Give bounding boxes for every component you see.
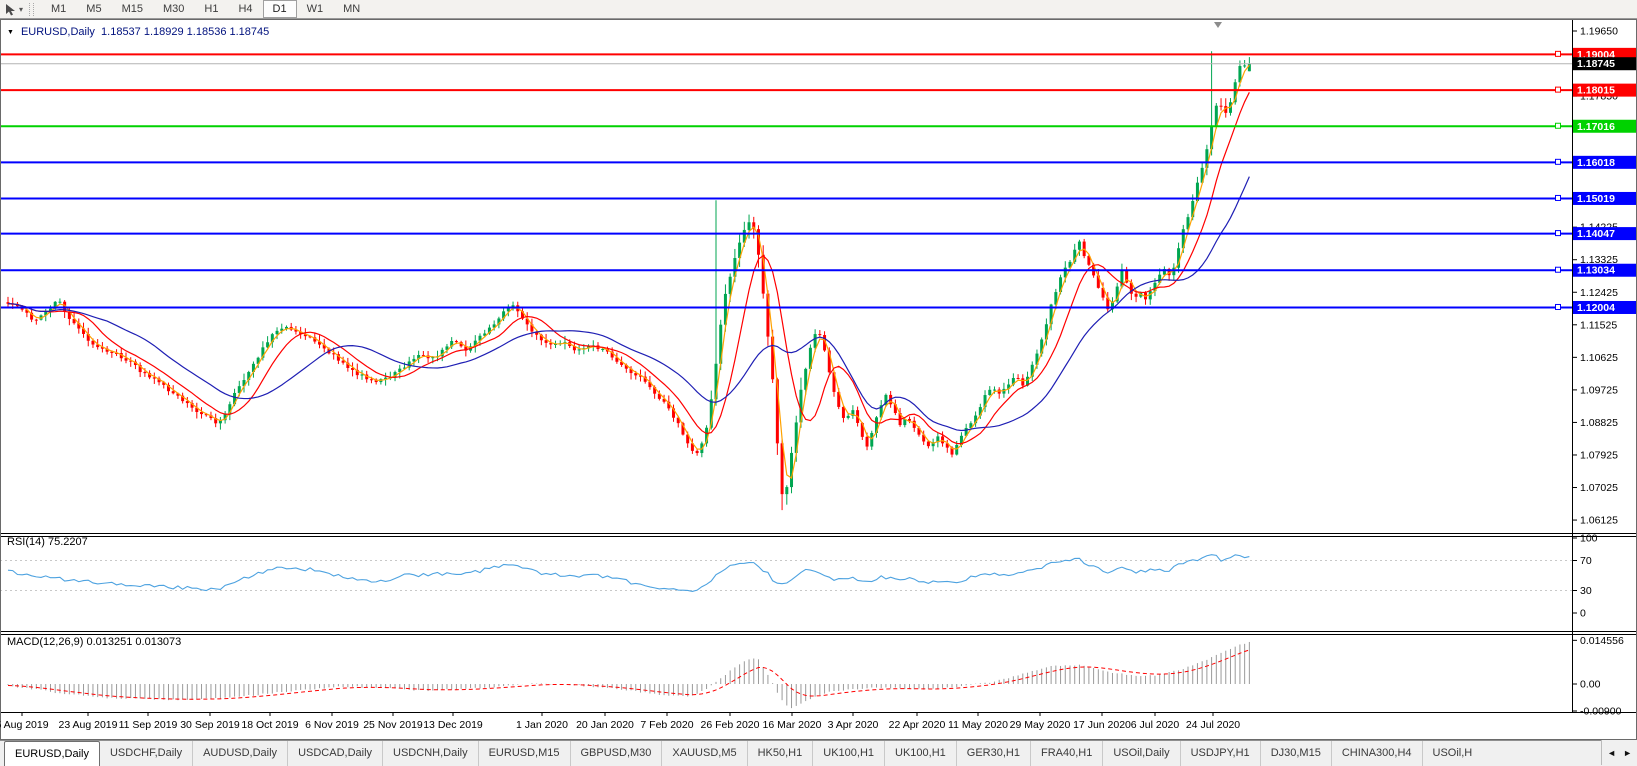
tab-usdchf-daily[interactable]: USDCHF,Daily — [100, 741, 192, 766]
date-tick-label: 3 Apr 2020 — [828, 719, 879, 731]
tab-eurusd-m15[interactable]: EURUSD,M15 — [478, 741, 570, 766]
date-tick-label: 6 Jul 2020 — [1131, 719, 1180, 731]
chart-symbol-period: EURUSD,Daily — [21, 26, 95, 38]
hline-drag-handle[interactable] — [1556, 304, 1561, 309]
price-tick-label: 1.07925 — [1580, 449, 1618, 461]
date-tick-label: 24 Jul 2020 — [1186, 719, 1240, 731]
tab-eurusd-daily[interactable]: EURUSD,Daily — [4, 741, 100, 766]
timeframe-w1[interactable]: W1 — [297, 0, 334, 18]
tab-usdcnh-daily[interactable]: USDCNH,Daily — [382, 741, 478, 766]
tab-dj30-m15[interactable]: DJ30,M15 — [1260, 741, 1331, 766]
hline-drag-handle[interactable] — [1556, 87, 1561, 92]
date-tick-label: 23 Aug 2019 — [59, 719, 118, 731]
svg-text:1.13034: 1.13034 — [1577, 265, 1615, 277]
timeframe-m30[interactable]: M30 — [153, 0, 194, 18]
price-tick-label: 1.19650 — [1580, 26, 1618, 38]
rsi-tick-label: 0 — [1580, 608, 1586, 620]
chart-title: ▼ EURUSD,Daily 1.18537 1.18929 1.18536 1.… — [7, 26, 269, 38]
tab-fra40-h1[interactable]: FRA40,H1 — [1030, 741, 1102, 766]
rsi-tick-label: 70 — [1580, 555, 1592, 567]
date-tick-label: 1 Jan 2020 — [516, 719, 568, 731]
tab-usoil-daily[interactable]: USOil,Daily — [1102, 741, 1179, 766]
date-tick-label: 26 Feb 2020 — [701, 719, 760, 731]
collapse-arrow-icon[interactable]: ▼ — [7, 29, 14, 36]
price-tick-label: 1.10625 — [1580, 352, 1618, 364]
date-tick-label: 30 Sep 2019 — [180, 719, 240, 731]
tab-usdjpy-h1[interactable]: USDJPY,H1 — [1180, 741, 1260, 766]
tab-scroll-controls: ◄ ► — [1601, 740, 1637, 765]
hline-drag-handle[interactable] — [1556, 51, 1561, 56]
macd-tick-label: -0.00900 — [1580, 706, 1622, 718]
price-tick-label: 1.08825 — [1580, 417, 1618, 429]
date-tick-label: 11 May 2020 — [948, 719, 1008, 731]
price-tick-label: 1.09725 — [1580, 384, 1618, 396]
timeframe-toolbar: ▾ M1M5M15M30H1H4D1W1MN — [0, 0, 1637, 19]
rsi-indicator-label: RSI(14) 75.2207 — [7, 536, 88, 548]
date-tick-label: 11 Sep 2019 — [119, 719, 178, 731]
tab-uk100-h1[interactable]: UK100,H1 — [884, 741, 956, 766]
tab-usdcad-daily[interactable]: USDCAD,Daily — [287, 741, 382, 766]
hline-drag-handle[interactable] — [1556, 231, 1561, 236]
chart-window[interactable]: 1.196501.178501.142251.133251.124251.115… — [0, 19, 1637, 740]
date-tick-label: 20 Jan 2020 — [576, 719, 634, 731]
svg-text:1.14047: 1.14047 — [1577, 228, 1615, 240]
svg-text:1.15019: 1.15019 — [1577, 193, 1615, 205]
tab-usoil-h[interactable]: USOil,H — [1422, 741, 1483, 766]
price-tick-label: 1.12425 — [1580, 287, 1618, 299]
macd-tick-label: 0.014556 — [1580, 635, 1624, 647]
tab-audusd-daily[interactable]: AUDUSD,Daily — [192, 741, 287, 766]
timeframe-mn[interactable]: MN — [333, 0, 370, 18]
cursor-icon-glyph — [4, 3, 17, 16]
chart-tab-bar: EURUSD,DailyUSDCHF,DailyAUDUSD,DailyUSDC… — [0, 740, 1637, 766]
hline-drag-handle[interactable] — [1556, 195, 1561, 200]
tab-ger30-h1[interactable]: GER30,H1 — [956, 741, 1030, 766]
price-tick-label: 1.11525 — [1580, 319, 1617, 331]
timeframe-m15[interactable]: M15 — [112, 0, 153, 18]
date-tick-label: 18 Oct 2019 — [241, 719, 298, 731]
cursor-icon[interactable] — [3, 2, 18, 17]
scroll-left-icon[interactable]: ◄ — [1607, 748, 1616, 758]
hline-drag-handle[interactable] — [1556, 159, 1561, 164]
timeframe-buttons: M1M5M15M30H1H4D1W1MN — [41, 0, 370, 18]
svg-text:1.16018: 1.16018 — [1577, 157, 1615, 169]
chart-ohlc-readout: 1.18537 1.18929 1.18536 1.18745 — [101, 26, 269, 38]
hline-drag-handle[interactable] — [1556, 267, 1561, 272]
scroll-right-icon[interactable]: ► — [1623, 748, 1632, 758]
date-tick-label: 25 Nov 2019 — [363, 719, 423, 731]
tab-china300-h4[interactable]: CHINA300,H4 — [1331, 741, 1422, 766]
price-tick-label: 1.07025 — [1580, 482, 1618, 494]
date-tick-label: 22 Apr 2020 — [889, 719, 946, 731]
date-tick-label: 5 Aug 2019 — [0, 719, 49, 731]
timeframe-m1[interactable]: M1 — [41, 0, 76, 18]
hline-drag-handle[interactable] — [1556, 123, 1561, 128]
chevron-down-icon[interactable]: ▾ — [19, 5, 23, 14]
date-tick-label: 17 Jun 2020 — [1073, 719, 1131, 731]
svg-text:1.18015: 1.18015 — [1577, 85, 1615, 97]
date-tick-label: 6 Nov 2019 — [305, 719, 359, 731]
date-tick-label: 16 Mar 2020 — [763, 719, 822, 731]
timeframe-h1[interactable]: H1 — [194, 0, 228, 18]
price-tick-label: 1.06125 — [1580, 515, 1618, 527]
svg-text:1.18745: 1.18745 — [1577, 58, 1615, 70]
svg-text:1.12004: 1.12004 — [1577, 302, 1615, 314]
rsi-tick-label: 100 — [1580, 533, 1598, 545]
date-tick-label: 29 May 2020 — [1010, 719, 1071, 731]
date-tick-label: 7 Feb 2020 — [640, 719, 693, 731]
timeframe-m5[interactable]: M5 — [76, 0, 111, 18]
mt4-terminal: ▾ M1M5M15M30H1H4D1W1MN 1.196501.178501.1… — [0, 0, 1637, 766]
tab-xauusd-m5[interactable]: XAUUSD,M5 — [661, 741, 746, 766]
tab-gbpusd-m30[interactable]: GBPUSD,M30 — [570, 741, 662, 766]
macd-tick-label: 0.00 — [1580, 679, 1601, 691]
rsi-tick-label: 30 — [1580, 585, 1592, 597]
tab-hk50-h1[interactable]: HK50,H1 — [747, 741, 813, 766]
date-tick-label: 13 Dec 2019 — [423, 719, 483, 731]
chart-canvas[interactable]: 1.196501.178501.142251.133251.124251.115… — [0, 19, 1637, 740]
tab-uk100-h1[interactable]: UK100,H1 — [812, 741, 884, 766]
macd-indicator-label: MACD(12,26,9) 0.013251 0.013073 — [7, 636, 181, 648]
timeframe-h4[interactable]: H4 — [228, 0, 262, 18]
toolbar-grip-handle[interactable] — [29, 3, 34, 16]
timeframe-d1[interactable]: D1 — [263, 0, 297, 18]
svg-text:1.17016: 1.17016 — [1577, 121, 1615, 133]
